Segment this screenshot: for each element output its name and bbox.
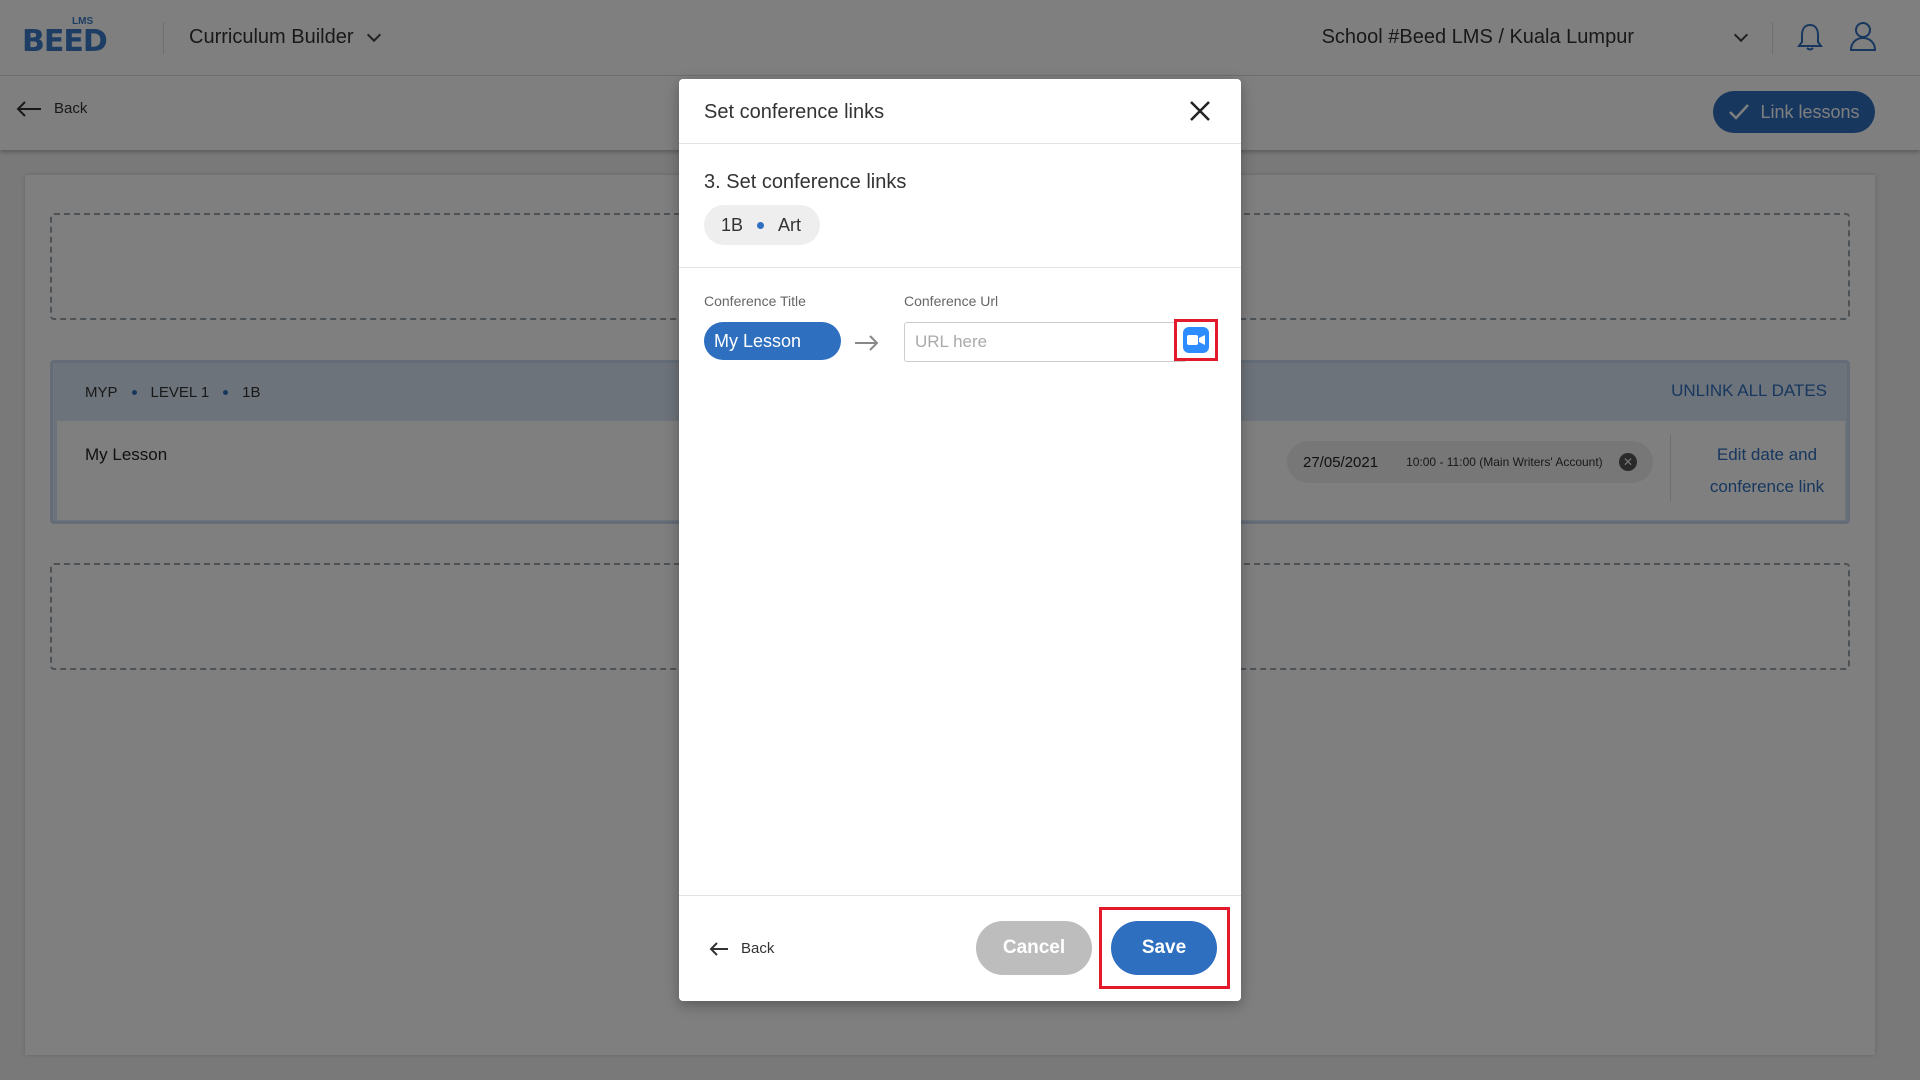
section-divider (679, 267, 1241, 268)
video-camera-icon (1183, 327, 1209, 353)
class-subject-chip: 1B Art (704, 205, 820, 245)
conference-title-label: Conference Title (704, 293, 806, 309)
modal-back-label: Back (741, 940, 775, 957)
close-icon[interactable] (1188, 99, 1212, 123)
arrow-right-icon (855, 335, 879, 351)
cancel-button[interactable]: Cancel (976, 921, 1092, 975)
chip-class: 1B (721, 214, 744, 235)
conference-url-input[interactable] (905, 323, 1186, 361)
step-title: 3. Set conference links (704, 171, 907, 193)
modal-footer: Back Cancel Save (679, 895, 1241, 1001)
chip-subject: Art (778, 214, 802, 235)
modal-title: Set conference links (704, 101, 885, 123)
save-button[interactable]: Save (1111, 921, 1217, 975)
modal-header: Set conference links (679, 79, 1241, 144)
conference-links-modal: Set conference links 3. Set conference l… (679, 79, 1241, 1001)
conference-url-label: Conference Url (904, 293, 999, 309)
zoom-meeting-button[interactable] (1174, 319, 1218, 361)
save-highlight: Save (1099, 907, 1230, 989)
conference-url-field[interactable] (904, 322, 1187, 362)
video-camera-glyph (1187, 335, 1205, 345)
arrow-left-icon (709, 941, 728, 956)
modal-back-button[interactable]: Back (709, 940, 774, 957)
dot-separator (757, 221, 765, 229)
conference-title-pill: My Lesson (704, 322, 841, 360)
